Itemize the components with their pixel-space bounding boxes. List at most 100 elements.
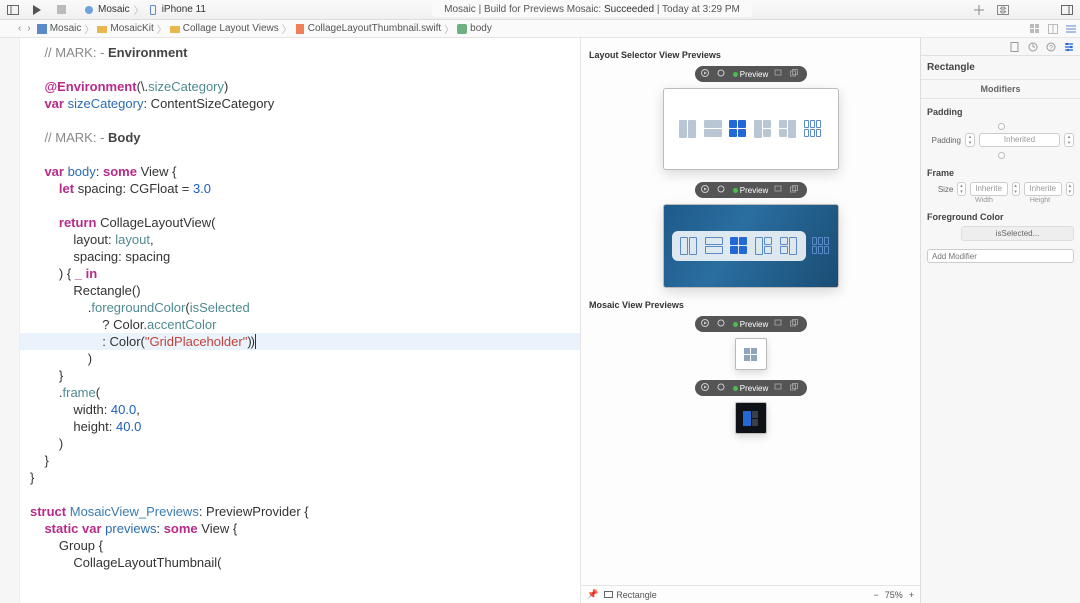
project-icon [37,24,47,34]
minimap-icon[interactable] [1030,24,1040,34]
run-button-icon[interactable] [30,3,44,17]
footer-selection: Rectangle [616,590,657,600]
activity-status-bar[interactable]: Mosaic | Build for Previews Mosaic: Succ… [432,2,752,17]
app-icon [84,5,94,15]
preview-settings-icon[interactable] [717,69,727,79]
forward-icon[interactable]: › [27,23,30,34]
zoom-level[interactable]: 75% [885,590,903,600]
inspector-toggle-icon[interactable] [1060,3,1074,17]
preview-duplicate-icon[interactable] [790,319,800,329]
layout-thumb [680,237,698,255]
preview-settings-icon[interactable] [717,383,727,393]
preview-duplicate-icon[interactable] [790,383,800,393]
sidebar-toggle-icon[interactable] [6,3,20,17]
width-stepper[interactable]: ▴▾ [957,182,965,196]
layout-thumb [755,237,773,255]
preview-section-1-title: Layout Selector View Previews [589,50,912,60]
layout-thumb [704,120,722,138]
preview-toolbar: Preview [695,380,807,396]
padding-section: Padding [927,107,1074,117]
foreground-color-value[interactable]: isSelected... [961,226,1074,241]
preview-settings-icon[interactable] [717,185,727,195]
crumb-folder-1[interactable]: MosaicKit [97,23,153,34]
layout-thumb [804,120,822,138]
zoom-in-icon[interactable]: + [909,590,914,600]
padding-value[interactable]: Inherited [979,133,1060,147]
padding-stepper[interactable]: ▴▾ [1064,133,1074,147]
add-modifier-field[interactable] [927,249,1074,263]
layout-thumb [679,120,697,138]
mosaic-preview-light[interactable] [735,338,767,370]
preview-device-icon[interactable] [774,185,784,195]
library-icon[interactable] [996,3,1010,17]
swift-file-icon [295,24,305,34]
padding-top-handle[interactable] [958,121,1043,131]
preview-settings-icon[interactable] [717,319,727,329]
folder-icon [170,24,180,34]
device-icon [148,5,158,15]
file-inspector-icon[interactable] [1010,42,1020,52]
frame-section: Frame [927,168,1074,178]
preview-device-icon[interactable] [774,383,784,393]
pin-icon[interactable]: 📌 [587,589,598,600]
crumb-project[interactable]: Mosaic [37,23,82,34]
width-value[interactable]: Inherite [970,182,1008,196]
status-result: Succeeded [604,4,654,15]
crumb-file[interactable]: CollageLayoutThumbnail.swift [295,23,441,34]
preview-duplicate-icon[interactable] [790,69,800,79]
layout-thumb [754,120,772,138]
live-preview-play-icon[interactable] [701,383,711,393]
mosaic-preview-dark[interactable] [735,402,767,434]
live-preview-play-icon[interactable] [701,319,711,329]
height-value[interactable]: Inherite [1024,182,1062,196]
preview-device-icon[interactable] [774,319,784,329]
padding-bottom-handle[interactable] [958,150,1043,160]
options-icon[interactable] [1066,24,1076,34]
back-icon[interactable]: ‹ [18,23,21,34]
layout-thumb [780,237,798,255]
layout-thumb [705,237,723,255]
status-time: | Today at 3:29 PM [654,4,740,15]
add-icon[interactable] [972,3,986,17]
preview-button[interactable]: Preview [733,70,768,79]
inspector-panel: ? Rectangle Modifiers Padding Padding ▴▾… [920,38,1080,603]
layout-thumb-selected [730,237,748,255]
preview-card-1[interactable] [663,88,839,170]
crumb-symbol[interactable]: body [457,23,492,34]
size-label: Size [927,185,953,194]
xcode-toolbar: Mosaic 〉 iPhone 11 Mosaic | Build for Pr… [0,0,1080,20]
height-stepper[interactable]: ▴▾ [1066,182,1074,196]
editor-gutter [0,38,20,603]
preview-button[interactable]: Preview [733,320,768,329]
property-icon [457,24,467,34]
scheme-selector[interactable]: Mosaic 〉 iPhone 11 [78,0,212,19]
canvas-footer: 📌 Rectangle − 75% + [581,585,920,603]
stop-button-icon[interactable] [54,3,68,17]
svg-text:?: ? [1049,45,1053,52]
preview-card-2[interactable] [663,204,839,288]
live-preview-play-icon[interactable] [701,185,711,195]
width-stepper[interactable]: ▴▾ [1012,182,1020,196]
highlighted-line: : Color("GridPlaceholder")) [20,333,580,350]
preview-toolbar: Preview [695,316,807,332]
preview-canvas: Layout Selector View Previews Preview [580,38,920,603]
padding-stepper[interactable]: ▴▾ [965,133,975,147]
preview-toolbar: Preview [695,182,807,198]
scheme-app-label: Mosaic [98,4,130,15]
preview-duplicate-icon[interactable] [790,185,800,195]
assistant-icon[interactable] [1048,24,1058,34]
rectangle-icon [604,590,613,599]
padding-label: Padding [927,136,961,145]
preview-button[interactable]: Preview [733,186,768,195]
live-preview-play-icon[interactable] [701,69,711,79]
crumb-folder-2[interactable]: Collage Layout Views [170,23,279,34]
history-inspector-icon[interactable] [1028,42,1038,52]
foreground-section: Foreground Color [927,212,1074,222]
zoom-out-icon[interactable]: − [873,590,878,600]
preview-device-icon[interactable] [774,69,784,79]
inspector-tabs: ? [921,38,1080,56]
preview-button[interactable]: Preview [733,384,768,393]
attributes-inspector-icon[interactable] [1064,42,1074,52]
help-inspector-icon[interactable]: ? [1046,42,1056,52]
code-editor[interactable]: // MARK: - Environment @Environment(\.si… [20,38,580,603]
